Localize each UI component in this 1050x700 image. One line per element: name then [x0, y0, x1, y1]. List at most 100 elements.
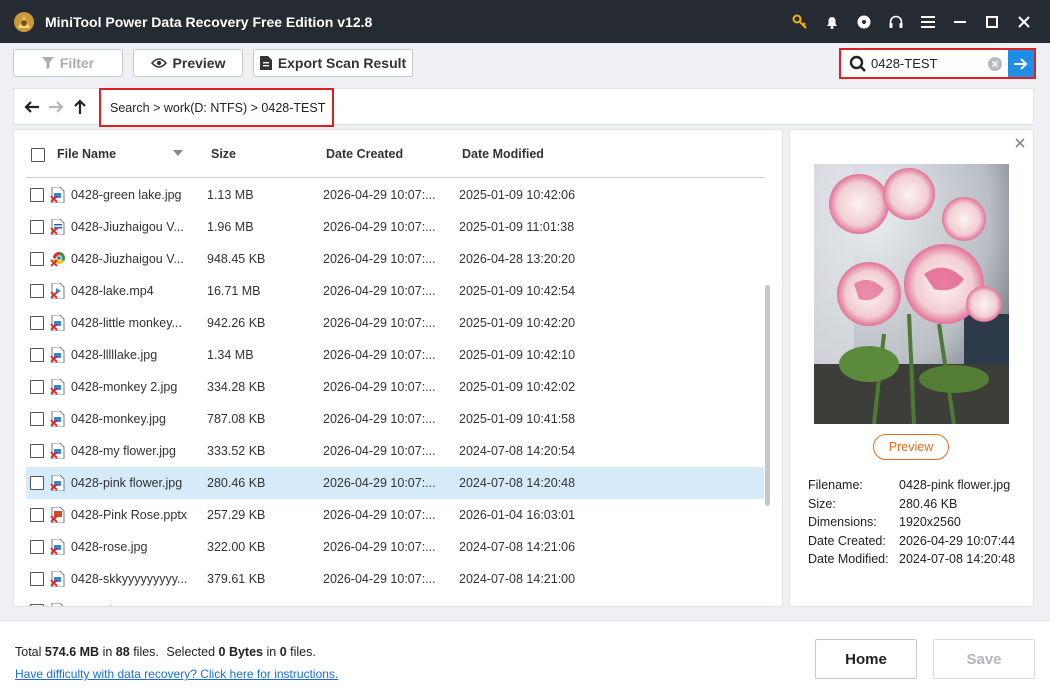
row-checkbox[interactable]: [30, 252, 44, 266]
filter-icon: [41, 57, 54, 69]
table-row[interactable]: 0428-monkey.jpg 787.08 KB 2026-04-29 10:07…: [26, 403, 764, 435]
row-checkbox[interactable]: [30, 444, 44, 458]
table-row[interactable]: 0428-pink flower.jpg 280.46 KB 2026-04-29 …: [26, 467, 764, 499]
summary-selected-files: 0: [279, 645, 287, 659]
summary-selected-files-word: files.: [290, 645, 316, 659]
table-row[interactable]: 0428-lake.mp4 16.71 MB 2026-04-29 10:07:..…: [26, 275, 764, 307]
file-size-cell: 280.46 KB: [207, 476, 266, 490]
eye-icon: [150, 58, 167, 68]
preview-image: [814, 164, 1009, 424]
row-checkbox[interactable]: [30, 412, 44, 426]
file-name-cell: 0428-monkey 2.jpg: [71, 380, 178, 394]
date-modified-cell: 2024-07-08 14:20:48: [459, 476, 576, 490]
date-modified-cell: 2026-01-04 16:03:01: [459, 508, 576, 522]
maximize-icon[interactable]: [976, 0, 1008, 43]
arrow-left-icon: [24, 101, 39, 113]
image-file-icon: [50, 538, 66, 556]
date-created-cell: 2026-04-29 10:07:...: [323, 188, 436, 202]
date-created-cell: 2026-04-29 10:07:...: [323, 476, 436, 490]
table-row[interactable]: 0428-skkyyyyyyyyy... 379.61 KB 2026-04-29 …: [26, 563, 764, 595]
select-all-checkbox[interactable]: [31, 148, 45, 162]
export-scan-result-button[interactable]: Export Scan Result: [253, 49, 413, 77]
header-divider: [26, 177, 764, 178]
key-icon[interactable]: [784, 0, 816, 43]
row-checkbox[interactable]: [30, 508, 44, 522]
file-name-cell: 0428-lake.mp4: [71, 284, 154, 298]
arrow-up-icon: [74, 99, 86, 114]
info-label: Date Created:: [808, 533, 886, 548]
forward-button[interactable]: [46, 97, 66, 117]
row-checkbox[interactable]: [30, 316, 44, 330]
info-label: Size:: [808, 496, 836, 511]
minimize-icon[interactable]: [944, 0, 976, 43]
file-name-cell: 0428-green lake.jpg: [71, 188, 182, 202]
date-created-cell: 2026-04-29 10:07:...: [323, 604, 441, 606]
file-size-cell: 379.61 KB: [207, 572, 266, 586]
file-name-cell: 0428-lllllake.jpg: [71, 348, 158, 362]
preview-toolbar-button[interactable]: Preview: [133, 49, 243, 77]
info-value: 2026-04-29 10:07:44: [899, 533, 1016, 548]
search-input[interactable]: [871, 56, 989, 71]
column-header-date-created[interactable]: Date Created: [326, 147, 403, 161]
disc-icon[interactable]: [848, 0, 880, 43]
row-checkbox[interactable]: [30, 348, 44, 362]
info-value: 2024-07-08 14:20:48: [899, 552, 1016, 566]
table-row[interactable]: 0428-monkey 2.jpg 334.28 KB 2026-04-29 10:…: [26, 371, 764, 403]
close-icon[interactable]: [1008, 0, 1040, 43]
row-checkbox[interactable]: [30, 380, 44, 394]
menu-icon[interactable]: [912, 0, 944, 43]
row-checkbox[interactable]: [30, 540, 44, 554]
table-row[interactable]: 0428-green lake.jpg 1.13 MB 2026-04-29 10:…: [26, 179, 764, 211]
info-row: Size: 280.46 KB: [808, 497, 1028, 516]
save-button[interactable]: Save: [933, 639, 1035, 679]
help-link[interactable]: Have difficulty with data recovery? Clic…: [15, 667, 338, 681]
summary-selected-in: in: [266, 645, 277, 659]
table-row[interactable]: 0428-little monkey... 942.26 KB 2026-04-29…: [26, 307, 764, 339]
filter-button[interactable]: Filter: [13, 49, 123, 77]
column-header-name[interactable]: File Name: [57, 147, 116, 161]
row-checkbox[interactable]: [30, 604, 44, 606]
search-go-button[interactable]: [1008, 50, 1034, 77]
headset-icon[interactable]: [880, 0, 912, 43]
row-checkbox[interactable]: [30, 284, 44, 298]
bell-icon[interactable]: [816, 0, 848, 43]
date-modified-cell: 2025-01-09 10:41:58: [459, 412, 576, 426]
column-header-date-modified[interactable]: Date Modified: [462, 147, 544, 161]
table-row[interactable]: 0428-my flower.jpg 333.52 KB 2026-04-29 10…: [26, 435, 764, 467]
file-name-cell: 0428-little monkey...: [71, 316, 182, 330]
row-checkbox[interactable]: [30, 220, 44, 234]
row-checkbox[interactable]: [30, 188, 44, 202]
date-created-cell: 2026-04-29 10:07:...: [323, 572, 436, 586]
column-header-size[interactable]: Size: [211, 147, 236, 161]
table-row[interactable]: 0428-Jiuzhaigou V... 948.45 KB 2026-04-29 …: [26, 243, 764, 275]
video-file-icon: [50, 282, 66, 300]
breadcrumb[interactable]: Search > work(D: NTFS) > 0428-TEST: [99, 88, 334, 127]
search-box: [839, 48, 1036, 79]
image-file-icon: [50, 410, 66, 428]
info-label: Dimensions:: [808, 515, 877, 529]
sort-down-icon[interactable]: [173, 150, 183, 156]
preview-panel: Preview Filename: 0428-pink flower.jpg Siz…: [789, 129, 1034, 607]
table-row[interactable]: 0428-rose.jpg 322.00 KB 2026-04-29 10:07:.…: [26, 531, 764, 563]
table-row[interactable]: 0428-Jiuzhaigou V... 1.96 MB 2026-04-29 10…: [26, 211, 764, 243]
date-modified-cell: 2025-01-09 10:42:20: [459, 316, 576, 330]
table-row[interactable]: 0428-sky.png 47.19 KB 2026-04-29 10:07:...…: [26, 595, 764, 606]
file-info: Filename: 0428-pink flower.jpg Size: 280.46…: [808, 478, 1028, 571]
date-modified-cell: 2024-07-08 14:21:06: [459, 540, 576, 554]
file-size-cell: 1.13 MB: [207, 188, 254, 202]
close-preview-icon[interactable]: [1013, 136, 1027, 150]
table-row[interactable]: 0428-Pink Rose.pptx 257.29 KB 2026-04-29 1…: [26, 499, 764, 531]
table-row[interactable]: 0428-lllllake.jpg 1.34 MB 2026-04-29 10:07…: [26, 339, 764, 371]
app-logo-icon: [11, 9, 37, 35]
row-checkbox[interactable]: [30, 572, 44, 586]
back-button[interactable]: [22, 97, 42, 117]
clear-search-icon[interactable]: [988, 57, 1002, 71]
up-button[interactable]: [70, 97, 90, 117]
home-button[interactable]: Home: [815, 639, 917, 679]
file-list-header: File Name Size Date Created Date Modifie…: [14, 130, 782, 178]
row-checkbox[interactable]: [30, 476, 44, 490]
file-name-cell: 0428-my flower.jpg: [71, 444, 176, 458]
preview-button[interactable]: Preview: [873, 434, 949, 460]
scrollbar[interactable]: [765, 285, 770, 506]
file-size-cell: 47.19 KB: [207, 604, 307, 606]
